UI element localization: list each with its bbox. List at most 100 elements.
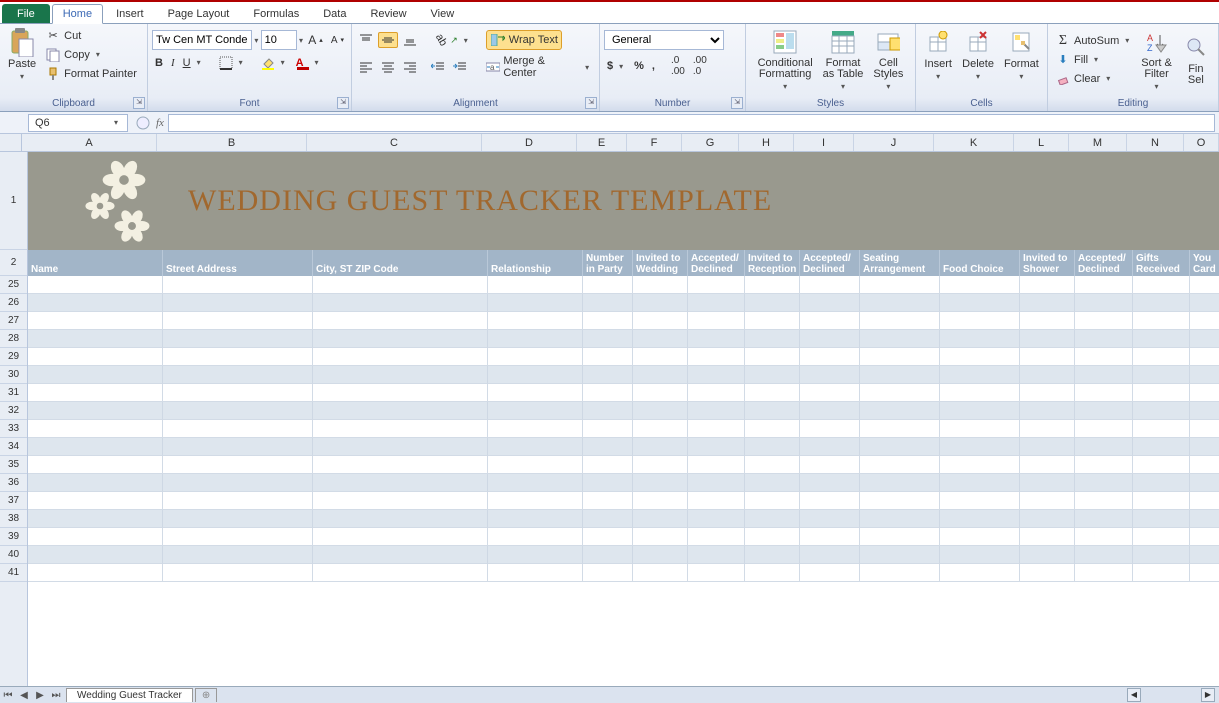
cell[interactable] — [1133, 438, 1190, 456]
prev-sheet-button[interactable]: ◀ — [16, 690, 32, 701]
cell[interactable] — [860, 366, 940, 384]
cell[interactable] — [940, 456, 1020, 474]
cell[interactable] — [313, 348, 488, 366]
cell[interactable] — [163, 474, 313, 492]
cell[interactable] — [313, 402, 488, 420]
cell[interactable] — [745, 402, 800, 420]
table-row[interactable] — [28, 348, 1219, 366]
cell[interactable] — [633, 402, 688, 420]
table-header[interactable]: Accepted/Declined — [800, 250, 860, 276]
align-left-button[interactable] — [356, 60, 376, 74]
fill-button[interactable]: ⬇Fill▾ — [1052, 51, 1135, 69]
cell[interactable] — [583, 474, 633, 492]
cell[interactable] — [488, 330, 583, 348]
bold-button[interactable]: B — [152, 56, 166, 70]
cell[interactable] — [1075, 366, 1133, 384]
table-header[interactable]: Invited toShower — [1020, 250, 1075, 276]
cell[interactable] — [633, 312, 688, 330]
grow-font-button[interactable]: A▴ — [305, 32, 326, 48]
shrink-font-button[interactable]: A▾ — [328, 34, 347, 47]
cell[interactable] — [940, 492, 1020, 510]
scroll-right-button[interactable]: ▶ — [1201, 688, 1215, 702]
table-header[interactable]: Food Choice — [940, 250, 1020, 276]
cell[interactable] — [688, 312, 745, 330]
cell[interactable] — [800, 348, 860, 366]
cell[interactable] — [1190, 366, 1219, 384]
cell[interactable] — [163, 294, 313, 312]
cell[interactable] — [633, 276, 688, 294]
new-sheet-button[interactable]: ⊕ — [195, 688, 217, 702]
formula-input[interactable] — [168, 114, 1215, 132]
copy-button[interactable]: Copy▾ — [42, 46, 140, 64]
row-header[interactable]: 36 — [0, 474, 27, 492]
align-bottom-button[interactable] — [400, 32, 420, 48]
cell[interactable] — [800, 474, 860, 492]
cell[interactable] — [488, 546, 583, 564]
cell[interactable] — [860, 546, 940, 564]
column-header[interactable]: L — [1014, 134, 1069, 151]
cell[interactable] — [688, 330, 745, 348]
tab-formulas[interactable]: Formulas — [242, 4, 310, 23]
cell[interactable] — [1075, 438, 1133, 456]
cell[interactable] — [1075, 276, 1133, 294]
cell[interactable] — [633, 384, 688, 402]
find-select-button[interactable]: Fin Sel — [1178, 26, 1214, 93]
font-name-input[interactable] — [152, 30, 252, 50]
cell[interactable] — [1133, 402, 1190, 420]
cell[interactable] — [1020, 492, 1075, 510]
cell[interactable] — [163, 312, 313, 330]
cell[interactable] — [940, 294, 1020, 312]
cell[interactable] — [1075, 294, 1133, 312]
cell[interactable] — [1133, 294, 1190, 312]
cell[interactable] — [688, 420, 745, 438]
table-header[interactable]: Accepted/Declined — [688, 250, 745, 276]
row-header[interactable]: 32 — [0, 402, 27, 420]
increase-indent-button[interactable] — [450, 60, 470, 74]
cell[interactable] — [1020, 276, 1075, 294]
table-header[interactable]: Name — [28, 250, 163, 276]
cell[interactable] — [1075, 510, 1133, 528]
cell[interactable] — [1190, 402, 1219, 420]
cell[interactable] — [1020, 528, 1075, 546]
underline-button[interactable]: U▾ — [180, 56, 207, 70]
row-header[interactable]: 33 — [0, 420, 27, 438]
cell[interactable] — [1190, 546, 1219, 564]
cell[interactable] — [745, 330, 800, 348]
currency-button[interactable]: $▾ — [604, 59, 629, 73]
cell[interactable] — [488, 564, 583, 582]
cell[interactable] — [1190, 420, 1219, 438]
cell[interactable] — [313, 276, 488, 294]
next-sheet-button[interactable]: ▶ — [32, 690, 48, 701]
first-sheet-button[interactable]: ⏮ — [0, 690, 16, 701]
cell[interactable] — [28, 456, 163, 474]
cell[interactable] — [1190, 510, 1219, 528]
cell[interactable] — [940, 528, 1020, 546]
format-as-table-button[interactable]: Format as Table▾ — [819, 26, 868, 93]
table-header[interactable]: Invited toWedding — [633, 250, 688, 276]
cell[interactable] — [163, 456, 313, 474]
percent-button[interactable]: % — [631, 59, 647, 73]
cell[interactable] — [1075, 312, 1133, 330]
cell[interactable] — [583, 348, 633, 366]
cell[interactable] — [1133, 492, 1190, 510]
cell[interactable] — [745, 366, 800, 384]
cell[interactable] — [488, 366, 583, 384]
name-box[interactable]: Q6▾ — [28, 114, 128, 132]
row-header[interactable]: 2 — [0, 250, 27, 276]
autosum-button[interactable]: ΣAutoSum▾ — [1052, 32, 1135, 50]
cell[interactable] — [313, 312, 488, 330]
cell[interactable] — [800, 366, 860, 384]
cell[interactable] — [633, 330, 688, 348]
table-row[interactable] — [28, 564, 1219, 582]
number-launcher[interactable]: ⇲ — [731, 97, 743, 109]
cell[interactable] — [583, 510, 633, 528]
table-header[interactable]: GiftsReceived — [1133, 250, 1190, 276]
cell[interactable] — [1075, 474, 1133, 492]
cell[interactable] — [488, 294, 583, 312]
table-row[interactable] — [28, 312, 1219, 330]
cell[interactable] — [28, 420, 163, 438]
cell[interactable] — [583, 294, 633, 312]
table-row[interactable] — [28, 384, 1219, 402]
tab-view[interactable]: View — [420, 4, 466, 23]
table-header[interactable]: SeatingArrangement — [860, 250, 940, 276]
